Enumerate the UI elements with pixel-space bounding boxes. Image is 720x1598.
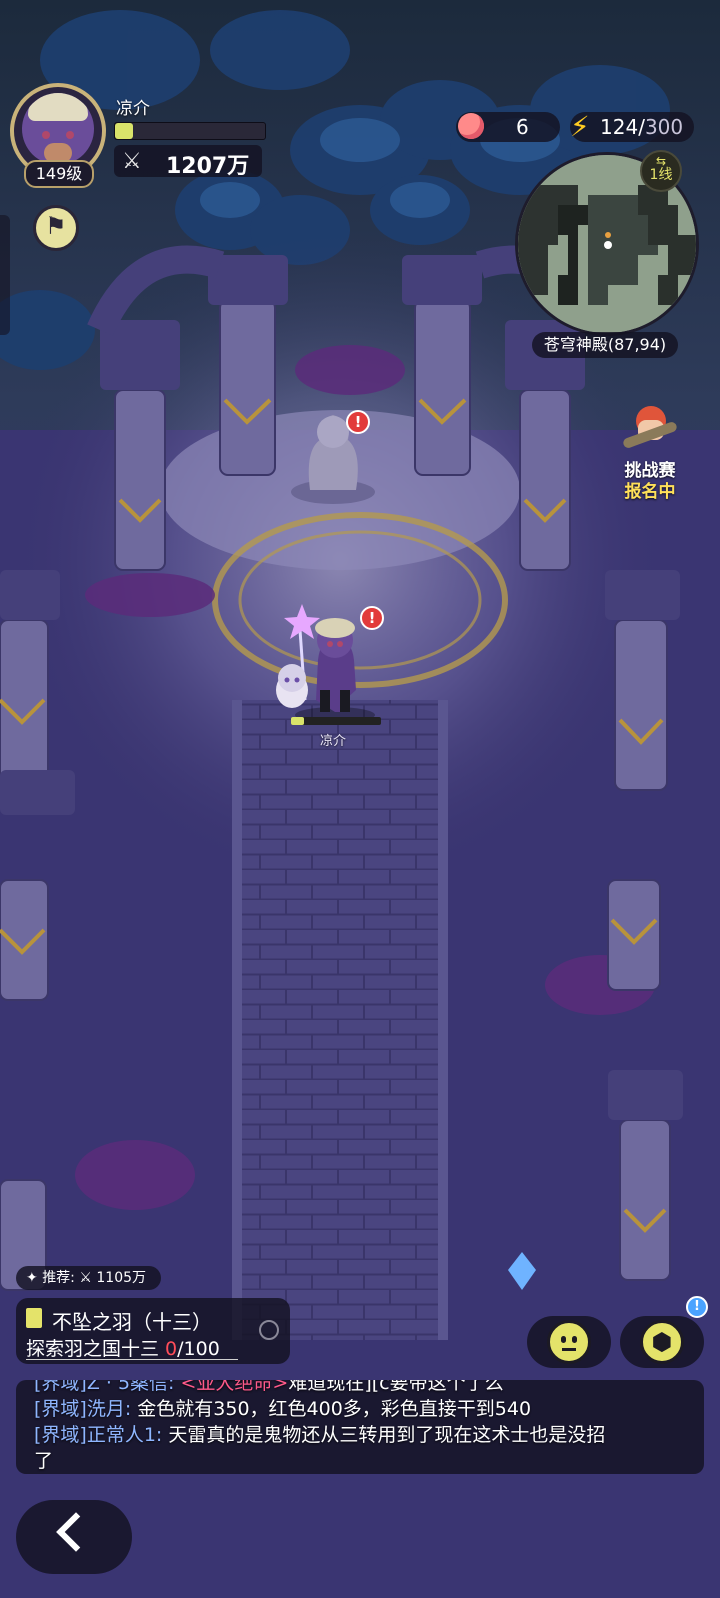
power-value: 1207万 [166,154,250,179]
crossed-swords-icon: ⚔ [122,149,142,174]
flag-icon: ⚑ [45,212,67,240]
warrior-icon [621,400,679,456]
server-line-button[interactable]: ⇆ 1线 [640,150,682,192]
chat-sender: Z · 5桑信: [86,1380,181,1394]
player-level-badge: 149级 [24,160,94,188]
chat-text: 金色就有350，红色400多，彩色直接干到540 [137,1398,532,1420]
chat-channel: [界域] [34,1424,87,1446]
quest-underline [26,1359,238,1360]
energy-max: 300 [644,115,684,139]
character-name-label: 凉介 [320,734,347,749]
energy-sep: / [638,115,645,139]
smiley-icon [547,1320,591,1364]
chat-sender: 正常人1: [86,1424,169,1446]
left-edge-tab[interactable] [0,215,10,335]
target-icon[interactable] [259,1320,279,1340]
peach-count: 6 [516,115,529,139]
avatar-portrait [22,93,94,165]
energy-current: 124 [600,115,639,139]
quest-title: 不坠之羽（十三） [52,1310,212,1334]
lightning-icon: ⚡ [570,110,590,143]
player-name: 凉介 [116,99,150,119]
quest-progress-current: 0 [165,1338,178,1360]
crossed-swords-icon: ⚔ [79,1270,92,1286]
peach-resource[interactable]: 6 [456,112,560,142]
sparkle-icon: ✦ [26,1270,38,1286]
player-alert-icon[interactable]: ! [360,606,384,630]
switch-icon: ⇆ [655,154,667,168]
chat-sender: 洗月: [86,1398,138,1420]
recommend-prefix: 推荐: [42,1270,80,1286]
character-hp-bar [291,717,381,725]
quest-objective: 探索羽之国十三 [26,1338,166,1360]
quest-recommend: ✦ 推荐: ⚔ 1105万 [16,1266,161,1290]
guild-flag-button[interactable]: ⚑ [33,205,79,251]
cube-icon: ⬢ [640,1320,684,1364]
exp-bar [114,122,266,140]
chevron-left-icon [56,1512,96,1552]
chat-text: 天雷真的是鬼物还从三转用到了现在这术士也是没招 [168,1424,606,1446]
chat-panel[interactable]: [界域]Z · 5桑信: <亚大绝命>难道现在][c要带这个了么 [界域]洗月: … [16,1380,704,1474]
chat-message: 了 [34,1448,694,1474]
recommend-power: 1105万 [96,1270,147,1286]
chat-text: 了 [34,1450,54,1472]
chat-message: [界域]洗月: 金色就有350，红色400多，彩色直接干到540 [34,1396,694,1422]
chat-channel: [界域] [34,1398,87,1420]
location-label: 苍穹神殿(87,94) [532,332,678,358]
chat-text: 难道现在][c要带这个了么 [288,1380,504,1394]
power-display: ⚔ 1207万 [114,145,262,179]
peach-icon [458,113,484,139]
quest-list-icon [26,1308,42,1328]
challenge-event-status: 报名中 [624,482,676,502]
inventory-button[interactable]: ⬢ ! [620,1296,708,1368]
exp-bar-fill [115,123,133,139]
chat-highlight: <亚大绝命> [180,1380,289,1394]
energy-resource[interactable]: ⚡ 124/300 [570,110,694,143]
npc-alert-icon[interactable]: ! [346,410,370,434]
challenge-event-button[interactable]: 挑战赛 报名中 [606,400,694,502]
chat-channel: [界域] [34,1380,87,1394]
server-line-label: 1线 [649,167,673,183]
emote-button[interactable] [527,1316,611,1368]
inventory-alert-icon: ! [686,1296,708,1318]
quest-progress-total: /100 [177,1338,220,1360]
back-button[interactable] [16,1500,132,1574]
chat-message: [界域]正常人1: 天雷真的是鬼物还从三转用到了现在这术士也是没招 [34,1422,694,1448]
chat-message: [界域]Z · 5桑信: <亚大绝命>难道现在][c要带这个了么 [34,1380,694,1396]
quest-tracker[interactable]: 不坠之羽（十三） 探索羽之国十三 0/100 [16,1298,290,1364]
